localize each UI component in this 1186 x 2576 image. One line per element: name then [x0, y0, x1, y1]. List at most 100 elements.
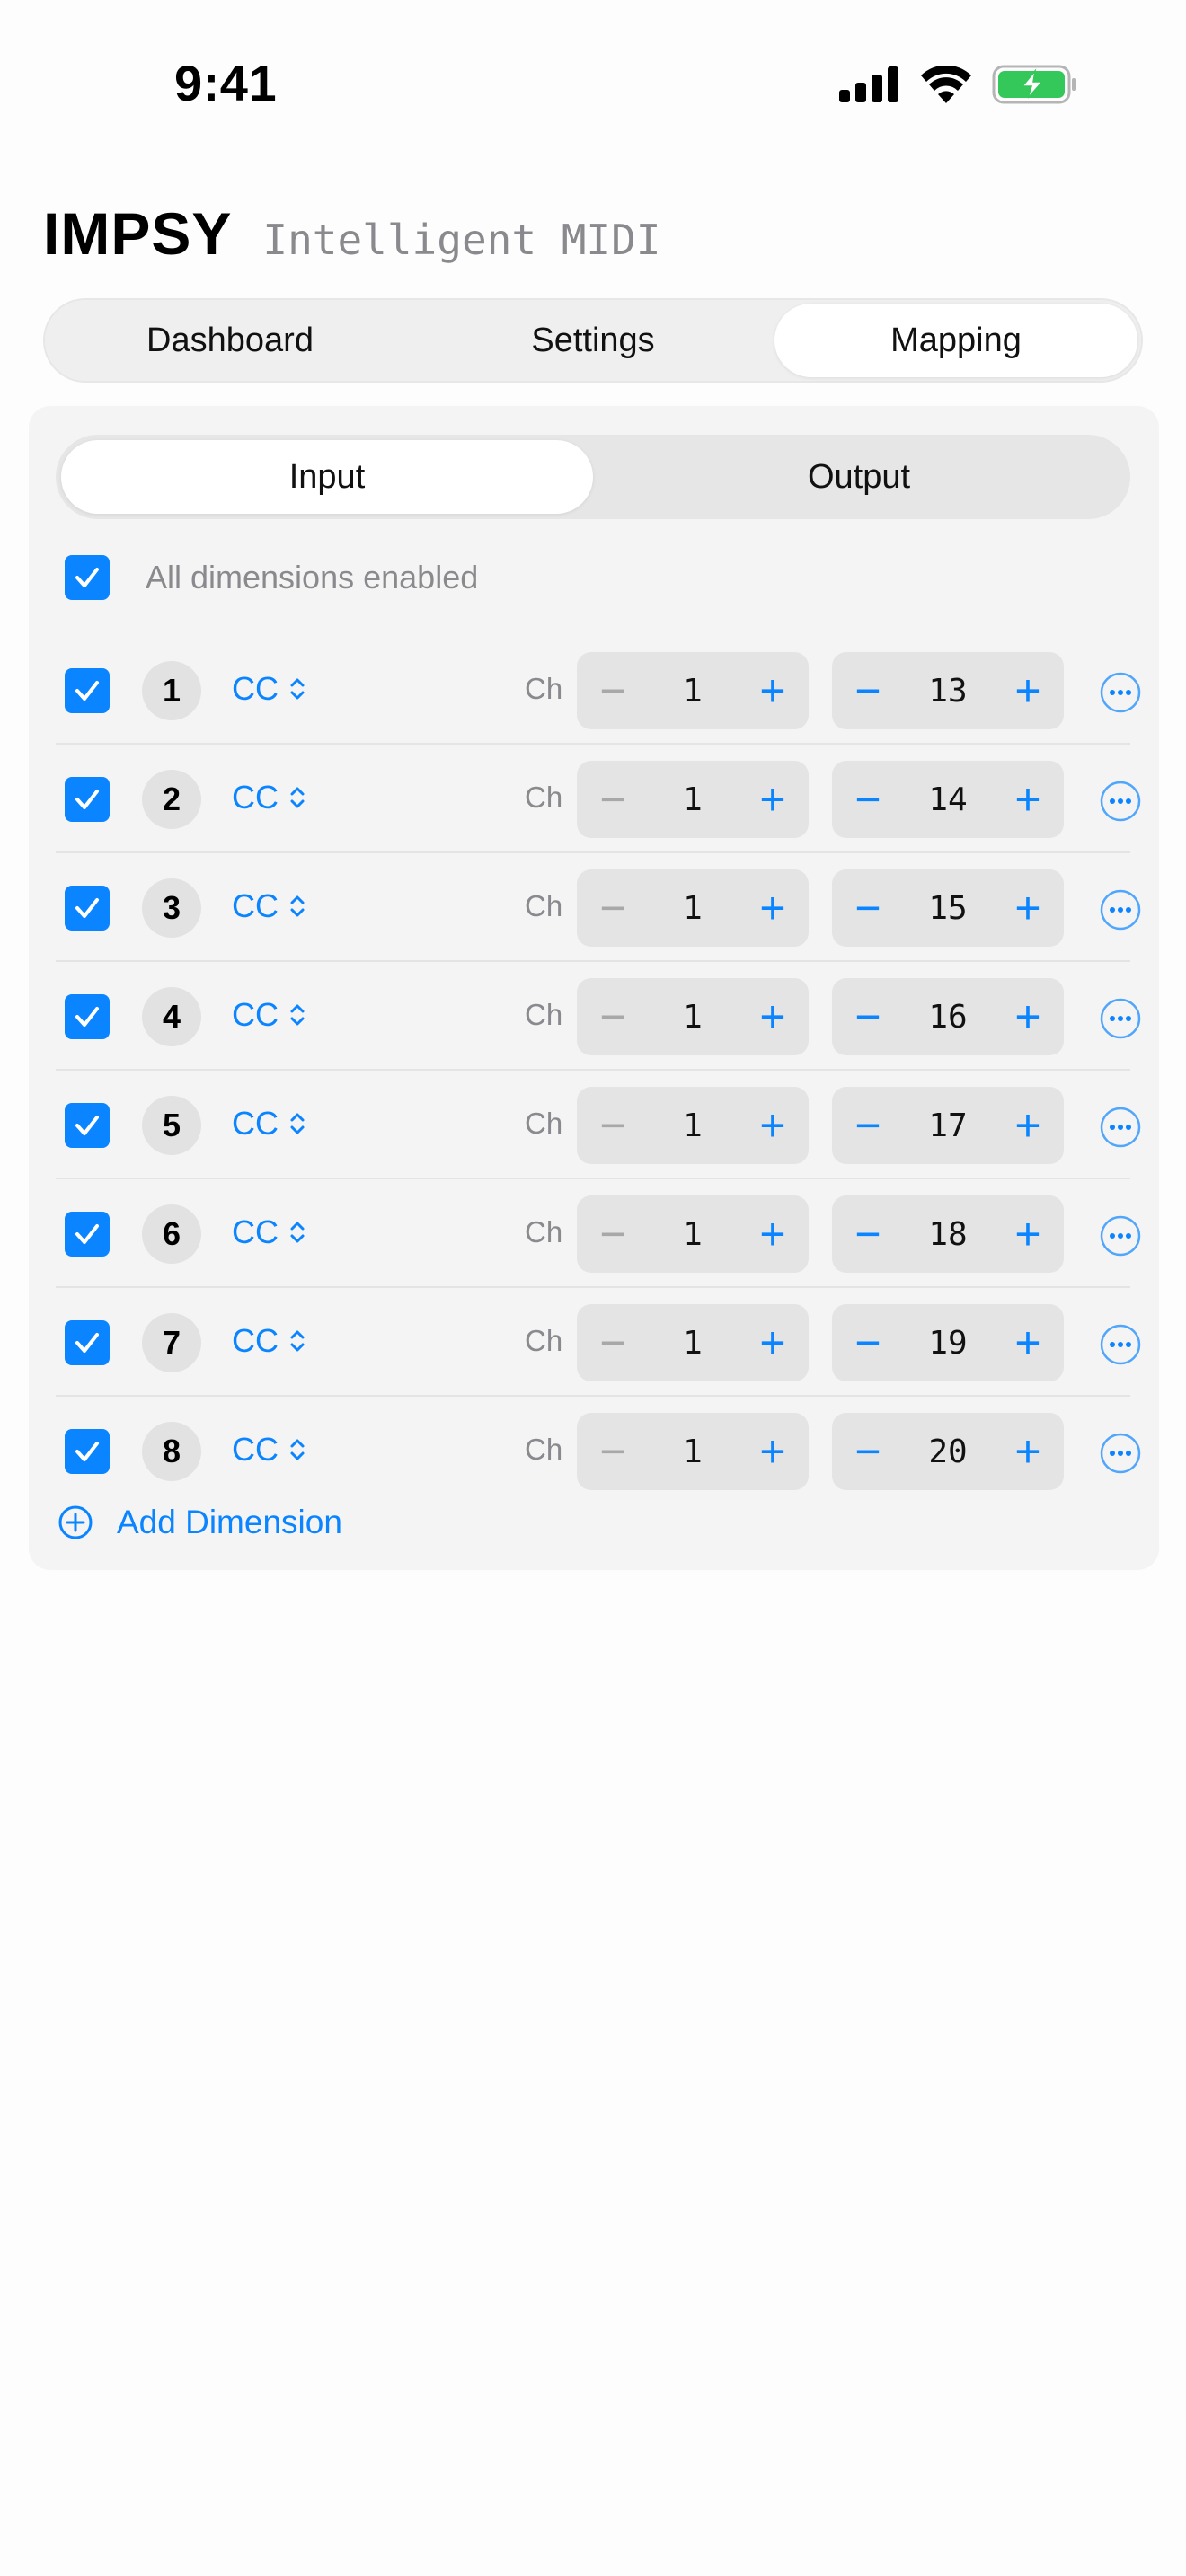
message-type-select[interactable]: CC	[232, 670, 307, 708]
tab-input[interactable]: Input	[61, 440, 593, 514]
cc-increment-button[interactable]: +	[992, 1195, 1064, 1273]
cc-increment-button[interactable]: +	[992, 1413, 1064, 1490]
channel-stepper: − 1 +	[577, 1304, 809, 1381]
channel-decrement-button[interactable]: −	[577, 761, 649, 838]
cc-increment-button[interactable]: +	[992, 978, 1064, 1055]
channel-increment-button[interactable]: +	[737, 869, 809, 947]
cc-number-value: 20	[928, 1433, 968, 1470]
dimension-enabled-checkbox[interactable]	[65, 994, 110, 1039]
message-type-select[interactable]: CC	[232, 1322, 307, 1360]
more-options-icon[interactable]	[1100, 1433, 1141, 1474]
channel-decrement-button[interactable]: −	[577, 1304, 649, 1381]
dimension-row: 2 CC Ch − 1 + − 14 +	[56, 745, 1141, 853]
channel-stepper: − 1 +	[577, 652, 809, 729]
channel-increment-button[interactable]: +	[737, 652, 809, 729]
dimension-enabled-checkbox[interactable]	[65, 886, 110, 931]
app-subtitle: Intelligent MIDI	[262, 216, 661, 264]
more-options-icon[interactable]	[1100, 781, 1141, 822]
channel-decrement-button[interactable]: −	[577, 869, 649, 947]
dimension-list: 1 CC Ch − 1 + − 13 + 2 CC Ch − 1 + − 14 …	[56, 636, 1141, 1505]
cc-number-stepper: − 16 +	[832, 978, 1064, 1055]
channel-label: Ch	[525, 1433, 563, 1466]
chevron-up-down-icon	[290, 787, 305, 808]
checkmark-icon	[75, 1333, 99, 1353]
cc-number-value: 18	[928, 1215, 968, 1253]
channel-increment-button[interactable]: +	[737, 761, 809, 838]
wifi-icon	[920, 66, 972, 103]
dimension-enabled-checkbox[interactable]	[65, 1429, 110, 1474]
dimension-enabled-checkbox[interactable]	[65, 1103, 110, 1148]
more-options-icon[interactable]	[1100, 1107, 1141, 1148]
chevron-up-down-icon	[290, 1004, 305, 1026]
cc-decrement-button[interactable]: −	[832, 652, 904, 729]
channel-increment-button[interactable]: +	[737, 978, 809, 1055]
channel-value: 1	[683, 1107, 703, 1144]
dimension-enabled-checkbox[interactable]	[65, 1320, 110, 1365]
channel-increment-button[interactable]: +	[737, 1195, 809, 1273]
checkmark-icon	[75, 790, 99, 809]
message-type-select[interactable]: CC	[232, 1105, 307, 1142]
message-type-select[interactable]: CC	[232, 779, 307, 816]
dimension-number-badge: 3	[142, 878, 201, 938]
message-type-value: CC	[232, 670, 279, 707]
cc-decrement-button[interactable]: −	[832, 1087, 904, 1164]
status-icons	[839, 65, 1078, 104]
channel-decrement-button[interactable]: −	[577, 1413, 649, 1490]
channel-stepper: − 1 +	[577, 761, 809, 838]
tab-mapping[interactable]: Mapping	[774, 304, 1137, 377]
message-type-select[interactable]: CC	[232, 996, 307, 1034]
more-options-icon[interactable]	[1100, 1215, 1141, 1257]
more-options-icon[interactable]	[1100, 998, 1141, 1039]
dimension-enabled-checkbox[interactable]	[65, 777, 110, 822]
all-dimensions-checkbox[interactable]	[65, 555, 110, 600]
channel-decrement-button[interactable]: −	[577, 1087, 649, 1164]
tab-dashboard[interactable]: Dashboard	[49, 304, 412, 377]
cc-increment-button[interactable]: +	[992, 869, 1064, 947]
channel-decrement-button[interactable]: −	[577, 652, 649, 729]
cc-number-value: 15	[928, 889, 968, 927]
cc-decrement-button[interactable]: −	[832, 869, 904, 947]
add-dimension-button[interactable]: Add Dimension	[58, 1504, 342, 1541]
cc-decrement-button[interactable]: −	[832, 1413, 904, 1490]
checkmark-icon	[75, 1007, 99, 1027]
cc-number-stepper: − 19 +	[832, 1304, 1064, 1381]
message-type-value: CC	[232, 779, 279, 816]
more-options-icon[interactable]	[1100, 672, 1141, 713]
channel-increment-button[interactable]: +	[737, 1304, 809, 1381]
all-dimensions-toggle: All dimensions enabled	[65, 555, 478, 600]
cc-decrement-button[interactable]: −	[832, 1195, 904, 1273]
message-type-select[interactable]: CC	[232, 887, 307, 925]
cc-increment-button[interactable]: +	[992, 1304, 1064, 1381]
dimension-number-badge: 6	[142, 1204, 201, 1264]
channel-label: Ch	[525, 1324, 563, 1357]
dimension-enabled-checkbox[interactable]	[65, 668, 110, 713]
channel-increment-button[interactable]: +	[737, 1413, 809, 1490]
message-type-select[interactable]: CC	[232, 1431, 307, 1469]
cc-increment-button[interactable]: +	[992, 652, 1064, 729]
input-output-toggle: Input Output	[56, 435, 1130, 519]
more-options-icon[interactable]	[1100, 889, 1141, 931]
cc-increment-button[interactable]: +	[992, 761, 1064, 838]
dimension-number-badge: 7	[142, 1313, 201, 1372]
channel-increment-button[interactable]: +	[737, 1087, 809, 1164]
cc-increment-button[interactable]: +	[992, 1087, 1064, 1164]
more-options-icon[interactable]	[1100, 1324, 1141, 1365]
dimension-row: 1 CC Ch − 1 + − 13 +	[56, 636, 1141, 745]
cc-decrement-button[interactable]: −	[832, 978, 904, 1055]
app-title: IMPSY	[43, 200, 233, 267]
chevron-up-down-icon	[290, 678, 305, 700]
dimension-enabled-checkbox[interactable]	[65, 1212, 110, 1257]
channel-decrement-button[interactable]: −	[577, 978, 649, 1055]
cc-decrement-button[interactable]: −	[832, 1304, 904, 1381]
channel-label: Ch	[525, 672, 563, 705]
tab-settings[interactable]: Settings	[412, 304, 774, 377]
message-type-value: CC	[232, 1431, 279, 1468]
message-type-select[interactable]: CC	[232, 1213, 307, 1251]
channel-value: 1	[683, 672, 703, 710]
tab-output[interactable]: Output	[593, 440, 1125, 514]
cc-decrement-button[interactable]: −	[832, 761, 904, 838]
checkmark-icon	[75, 1224, 99, 1244]
dimension-number-badge: 1	[142, 661, 201, 720]
channel-decrement-button[interactable]: −	[577, 1195, 649, 1273]
checkmark-icon	[75, 681, 99, 701]
